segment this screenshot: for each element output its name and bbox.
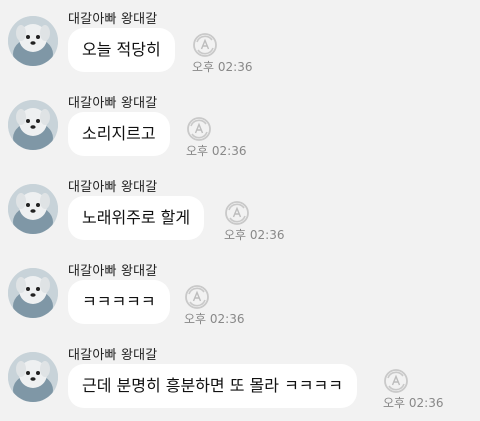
dog-avatar-icon (8, 100, 58, 150)
avatar[interactable] (8, 268, 58, 318)
refresh-a-icon[interactable] (383, 368, 409, 394)
message-time: 오후 02:36 (383, 396, 444, 410)
refresh-a-icon[interactable] (224, 200, 250, 226)
chat-room: 대갈아빠 왕대갈 오늘 적당히 오후 02:36 대갈아빠 왕대갈 소리지르고 … (0, 0, 480, 421)
message-bubble[interactable]: ㅋㅋㅋㅋㅋ (68, 280, 170, 324)
avatar[interactable] (8, 184, 58, 234)
refresh-a-icon[interactable] (186, 116, 212, 142)
message-time: 오후 02:36 (184, 312, 245, 326)
avatar[interactable] (8, 16, 58, 66)
avatar[interactable] (8, 100, 58, 150)
message-time: 오후 02:36 (192, 60, 253, 74)
message-bubble[interactable]: 오늘 적당히 (68, 28, 175, 72)
message-meta: 오후 02:36 (192, 32, 253, 74)
dog-avatar-icon (8, 352, 58, 402)
message-meta: 오후 02:36 (186, 116, 247, 158)
message-row: 대갈아빠 왕대갈 오늘 적당히 오후 02:36 (0, 0, 480, 84)
message-bubble[interactable]: 노래위주로 할게 (68, 196, 205, 240)
sender-name: 대갈아빠 왕대갈 (68, 180, 158, 195)
sender-name: 대갈아빠 왕대갈 (68, 348, 158, 363)
message-meta: 오후 02:36 (224, 200, 285, 242)
avatar[interactable] (8, 352, 58, 402)
message-time: 오후 02:36 (224, 228, 285, 242)
message-bubble[interactable]: 근데 분명히 흥분하면 또 몰라 ㅋㅋㅋㅋ (68, 364, 357, 408)
refresh-a-icon[interactable] (184, 284, 210, 310)
dog-avatar-icon (8, 16, 58, 66)
message-meta: 오후 02:36 (383, 368, 444, 410)
message-time: 오후 02:36 (186, 144, 247, 158)
sender-name: 대갈아빠 왕대갈 (68, 12, 158, 27)
dog-avatar-icon (8, 184, 58, 234)
sender-name: 대갈아빠 왕대갈 (68, 96, 158, 111)
message-row: 대갈아빠 왕대갈 소리지르고 오후 02:36 (0, 84, 480, 168)
dog-avatar-icon (8, 268, 58, 318)
message-row: 대갈아빠 왕대갈 ㅋㅋㅋㅋㅋ 오후 02:36 (0, 252, 480, 336)
message-row: 대갈아빠 왕대갈 근데 분명히 흥분하면 또 몰라 ㅋㅋㅋㅋ 오후 02:36 (0, 336, 480, 420)
message-row: 대갈아빠 왕대갈 노래위주로 할게 오후 02:36 (0, 168, 480, 252)
refresh-a-icon[interactable] (192, 32, 218, 58)
sender-name: 대갈아빠 왕대갈 (68, 264, 158, 279)
message-bubble[interactable]: 소리지르고 (68, 112, 170, 156)
message-meta: 오후 02:36 (184, 284, 245, 326)
